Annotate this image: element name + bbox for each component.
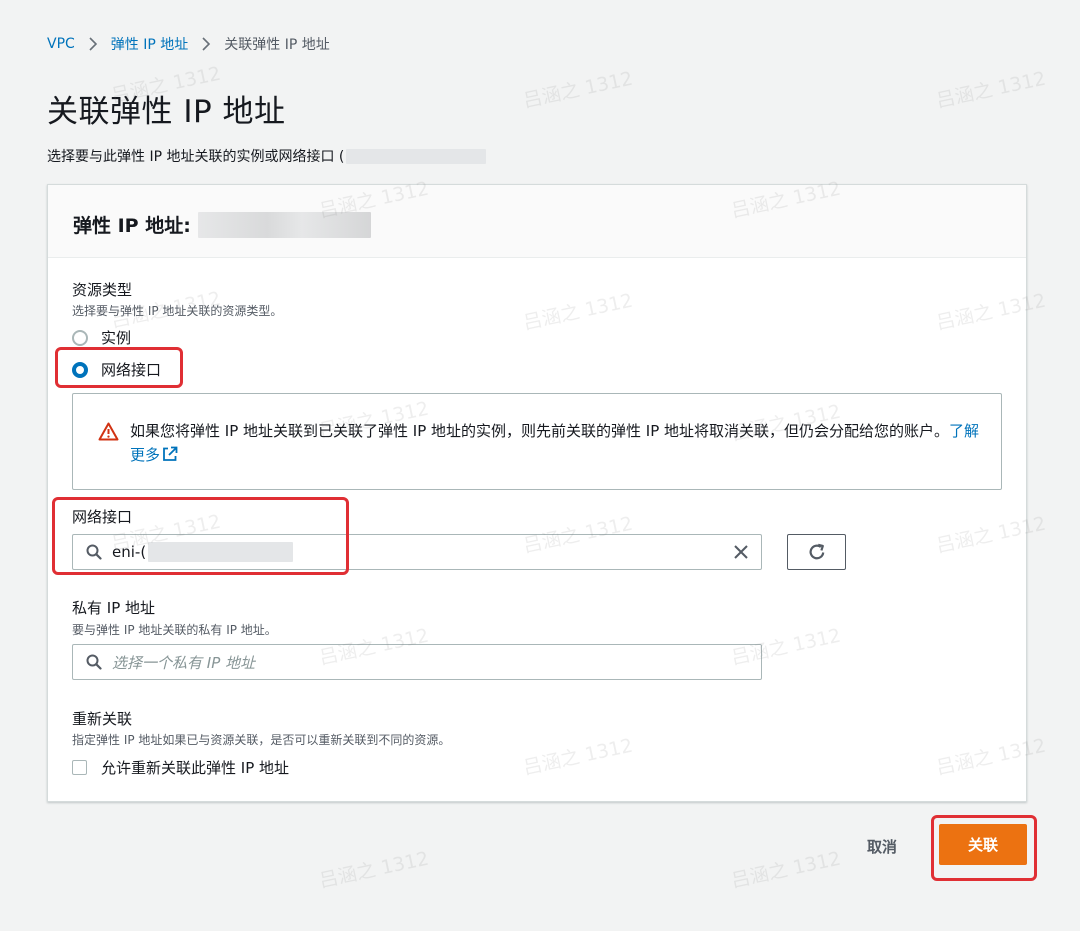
warning-alert-text: 如果您将弹性 IP 地址关联到已关联了弹性 IP 地址的实例，则先前关联的弹性 …	[130, 419, 990, 467]
redacted-value	[346, 148, 487, 164]
radio-instance-label: 实例	[101, 329, 132, 347]
private-ip-placeholder: 选择一个私有 IP 地址	[112, 653, 256, 672]
panel-header-title: 弹性 IP 地址:	[73, 211, 371, 238]
radio-instance-control[interactable]	[72, 329, 88, 346]
radio-network-interface[interactable]: 网络接口	[72, 359, 161, 380]
cancel-button[interactable]: 取消	[867, 836, 897, 857]
watermark: 吕涵之 1312	[521, 67, 635, 113]
private-ip-description: 要与弹性 IP 地址关联的私有 IP 地址。	[72, 623, 277, 637]
associate-button[interactable]: 关联	[939, 824, 1027, 865]
radio-network-interface-control[interactable]	[72, 361, 88, 378]
clear-icon[interactable]	[733, 544, 749, 560]
warning-alert: 如果您将弹性 IP 地址关联到已关联了弹性 IP 地址的实例，则先前关联的弹性 …	[72, 393, 1002, 490]
refresh-button[interactable]	[787, 534, 846, 570]
watermark: 吕涵之 1312	[317, 847, 431, 893]
chevron-right-icon	[75, 37, 111, 51]
warning-icon	[98, 422, 119, 445]
panel-header: 弹性 IP 地址:	[48, 185, 1026, 258]
breadcrumb-elastic-ip-link[interactable]: 弹性 IP 地址	[111, 34, 188, 54]
breadcrumb-current: 关联弹性 IP 地址	[224, 37, 330, 53]
watermark: 吕涵之 1312	[934, 67, 1048, 113]
private-ip-label: 私有 IP 地址	[72, 599, 156, 617]
page-description: 选择要与此弹性 IP 地址关联的实例或网络接口 (	[47, 146, 487, 166]
search-icon	[86, 544, 102, 560]
watermark: 吕涵之 1312	[729, 847, 843, 893]
redacted-ip	[197, 211, 371, 238]
resource-type-description: 选择要与弹性 IP 地址关联的资源类型。	[72, 304, 283, 318]
network-interface-label: 网络接口	[72, 508, 133, 526]
search-icon	[86, 654, 102, 670]
resource-type-label: 资源类型	[72, 281, 133, 299]
breadcrumb: VPC 弹性 IP 地址 关联弹性 IP 地址	[47, 34, 330, 54]
reassociation-label: 重新关联	[72, 710, 133, 728]
radio-network-interface-label: 网络接口	[101, 361, 162, 379]
page-title: 关联弹性 IP 地址	[47, 94, 286, 130]
elastic-ip-label: 弹性 IP 地址:	[73, 215, 191, 237]
network-interface-input[interactable]: eni-(	[72, 534, 762, 570]
chevron-right-icon	[188, 37, 224, 51]
redacted-eni	[148, 542, 294, 562]
private-ip-select[interactable]: 选择一个私有 IP 地址	[72, 644, 762, 680]
allow-reassociation-checkbox[interactable]: 允许重新关联此弹性 IP 地址	[72, 757, 289, 778]
reassociation-description: 指定弹性 IP 地址如果已与资源关联，是否可以重新关联到不同的资源。	[72, 733, 451, 747]
allow-reassociation-label: 允许重新关联此弹性 IP 地址	[101, 759, 290, 777]
network-interface-value: eni-(	[112, 542, 294, 562]
page-description-text: 选择要与此弹性 IP 地址关联的实例或网络接口 (	[47, 149, 345, 165]
warning-alert-message: 如果您将弹性 IP 地址关联到已关联了弹性 IP 地址的实例，则先前关联的弹性 …	[130, 422, 950, 440]
radio-instance[interactable]: 实例	[72, 327, 131, 348]
association-panel: 弹性 IP 地址:	[47, 184, 1027, 802]
breadcrumb-vpc-link[interactable]: VPC	[47, 36, 75, 52]
refresh-icon	[809, 543, 824, 560]
allow-reassociation-checkbox-control[interactable]	[72, 760, 87, 775]
external-link-icon	[163, 446, 178, 461]
